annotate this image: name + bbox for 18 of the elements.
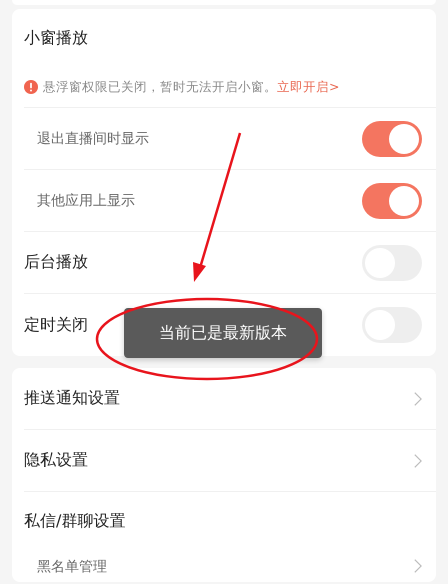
enable-link[interactable]: 立即开启>	[277, 78, 340, 96]
setting-label: 定时关闭	[24, 314, 88, 336]
setting-label: 其他应用上显示	[37, 192, 135, 210]
setting-label: 隐私设置	[24, 450, 88, 471]
section-title: 小窗播放	[24, 28, 88, 48]
chevron-right-icon	[413, 558, 422, 574]
chevron-right-icon	[413, 390, 422, 406]
setting-label: 推送通知设置	[24, 388, 120, 409]
toggle-switch[interactable]	[362, 182, 422, 218]
notice-text: 悬浮窗权限已关闭，暂时无法开启小窗。	[43, 78, 277, 96]
setting-label: 后台播放	[24, 252, 88, 273]
setting-label: 退出直播间时显示	[37, 130, 149, 148]
chevron-right-icon	[413, 452, 422, 468]
section-title: 私信/群聊设置	[24, 510, 126, 532]
setting-label: 黑名单管理	[37, 558, 107, 576]
warning-icon	[24, 80, 38, 94]
toggle-switch[interactable]	[362, 120, 422, 156]
toast: 当前已是最新版本	[124, 308, 322, 358]
